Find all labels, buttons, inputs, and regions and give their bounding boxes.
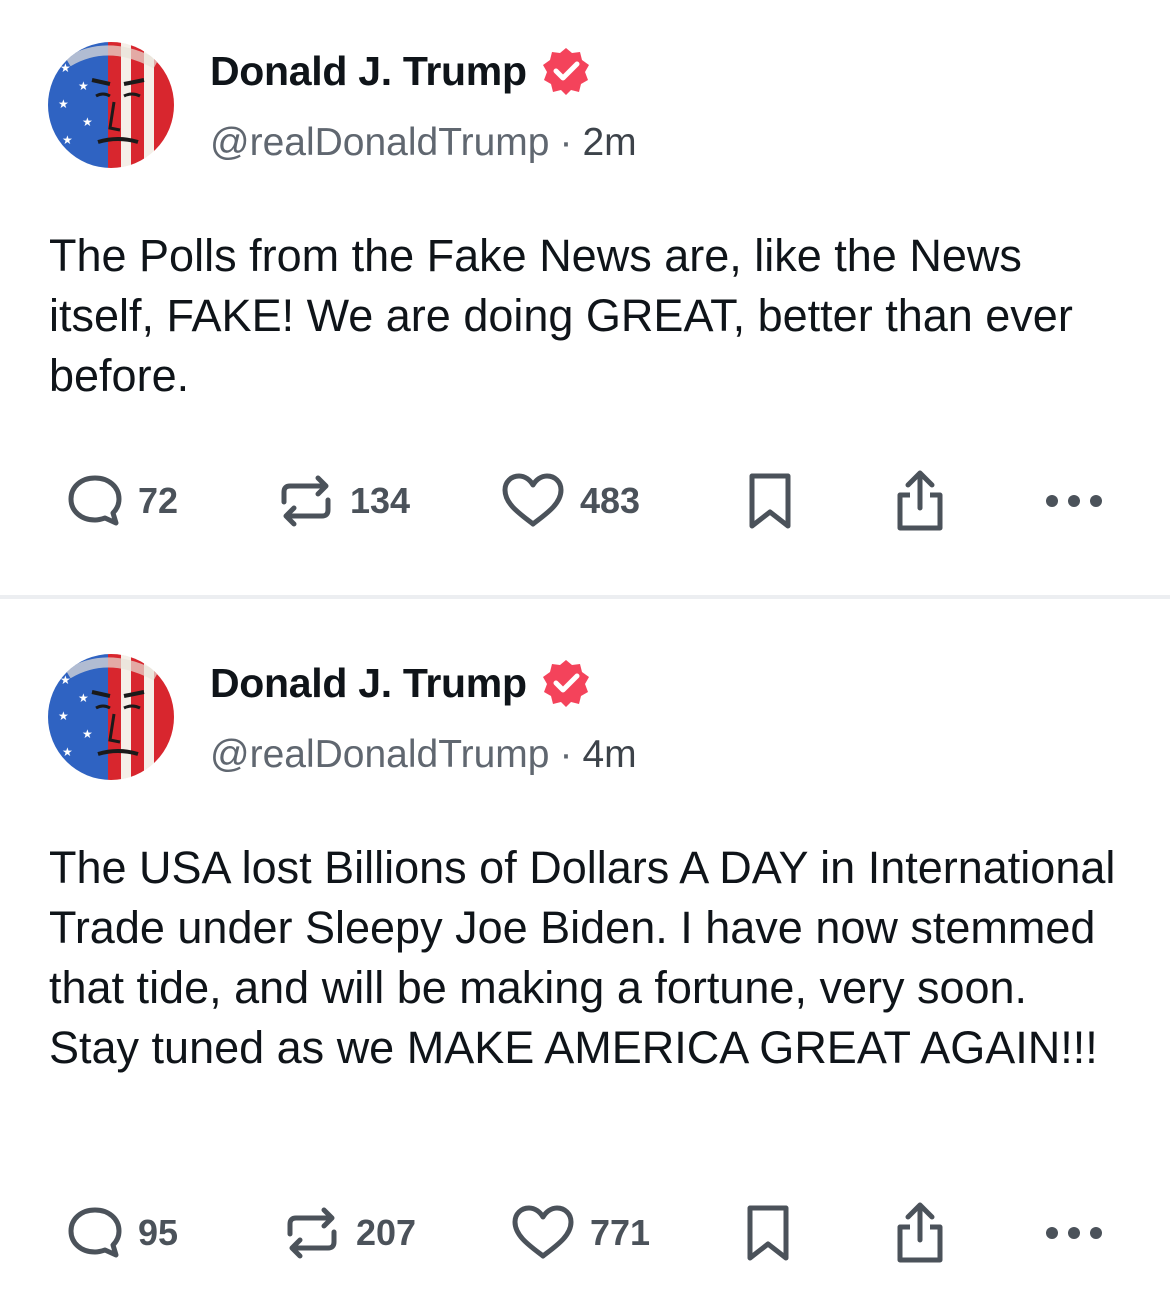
bookmark-button[interactable] [744,466,796,536]
post[interactable]: ★ ★ ★ ★ ★ Donald J. Trump @realDonaldTru… [0,0,1170,596]
avatar[interactable]: ★ ★ ★ ★ ★ [48,654,174,780]
reply-icon [68,1207,122,1258]
like-count: 771 [590,1212,651,1253]
post[interactable]: ★ ★ ★ ★ ★ Donald J. Trump @realDonaldTru… [0,600,1170,1289]
author-handle[interactable]: @realDonaldTrump [210,121,549,165]
author-row: Donald J. Trump [210,656,591,710]
repost-icon [287,1207,337,1259]
post-timestamp[interactable]: 4m [582,733,636,777]
author-handle[interactable]: @realDonaldTrump [210,733,549,777]
verified-badge-icon [542,660,589,707]
heart-icon [502,473,564,527]
reply-count: 95 [138,1212,179,1253]
repost-button[interactable]: 207 [282,1198,416,1268]
like-button[interactable]: 483 [500,466,640,536]
svg-text:★: ★ [78,691,89,705]
post-body: The Polls from the Fake News are, like t… [49,230,1073,401]
share-icon [897,470,943,531]
avatar[interactable]: ★ ★ ★ ★ ★ [48,42,174,168]
post-meta: @realDonaldTrump · 4m [210,730,637,780]
reply-icon [68,475,122,526]
action-bar: 72 134 483 [0,466,1170,536]
reply-button[interactable]: 72 [66,466,178,536]
post-divider [0,595,1170,599]
svg-text:★: ★ [62,133,73,147]
more-icon [1046,1227,1102,1239]
reply-button[interactable]: 95 [66,1198,178,1268]
author-row: Donald J. Trump [210,44,591,98]
svg-text:★: ★ [78,79,89,93]
share-button[interactable] [890,1198,950,1268]
post-meta: @realDonaldTrump · 2m [210,118,637,168]
display-name[interactable]: Donald J. Trump [210,660,527,707]
svg-text:★: ★ [58,97,69,111]
repost-count: 207 [356,1212,417,1253]
svg-text:★: ★ [58,709,69,723]
repost-count: 134 [350,480,411,521]
action-bar: 95 207 771 [0,1198,1170,1268]
post-body: The USA lost Billions of Dollars A DAY i… [49,842,1116,1073]
like-button[interactable]: 771 [510,1198,650,1268]
heart-icon [512,1205,574,1259]
post-feed: ★ ★ ★ ★ ★ Donald J. Trump @realDonaldTru… [0,0,1170,1289]
share-button[interactable] [890,466,950,536]
bookmark-icon [747,1205,789,1261]
post-timestamp[interactable]: 2m [582,121,636,165]
svg-text:★: ★ [82,727,93,741]
display-name[interactable]: Donald J. Trump [210,48,527,95]
verified-badge-icon [542,48,589,95]
reply-count: 72 [138,480,179,521]
bookmark-button[interactable] [742,1198,794,1268]
bookmark-icon [749,473,791,529]
share-icon [897,1202,943,1263]
meta-separator: · [559,121,573,164]
more-options-button[interactable] [1044,466,1104,536]
repost-button[interactable]: 134 [276,466,410,536]
more-options-button[interactable] [1044,1198,1104,1268]
svg-text:★: ★ [62,745,73,759]
more-icon [1046,495,1102,507]
like-count: 483 [580,480,641,521]
meta-separator: · [559,733,573,776]
repost-icon [281,475,331,527]
svg-text:★: ★ [82,115,93,129]
